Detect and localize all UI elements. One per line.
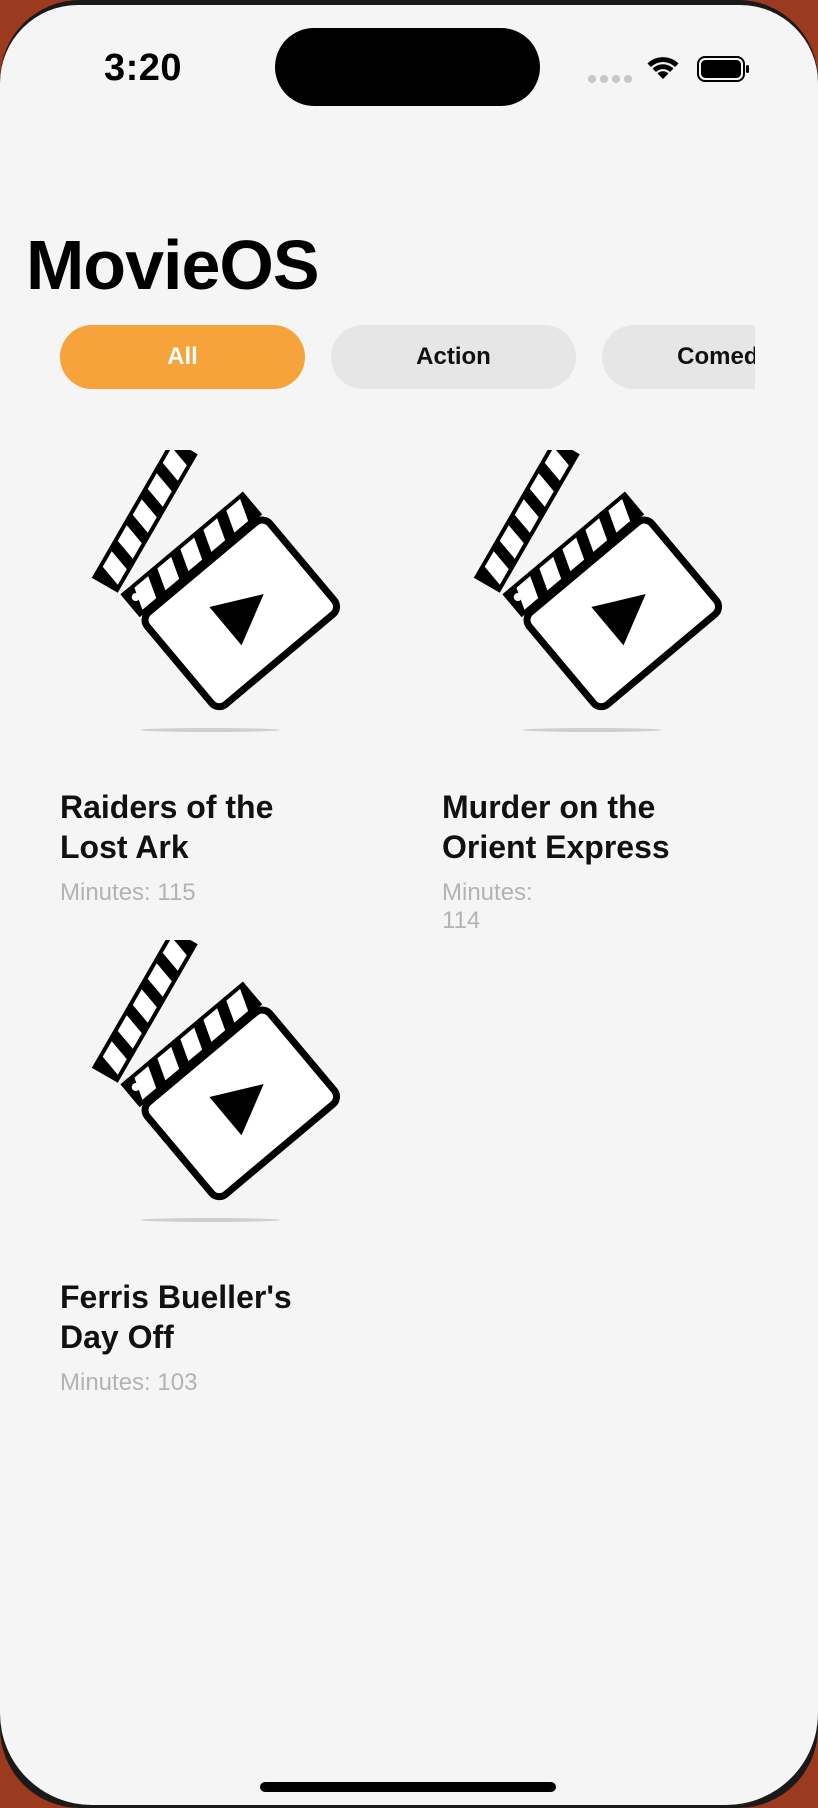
cellular-signal-icon (588, 75, 632, 83)
clapperboard-icon (91, 450, 341, 732)
movie-title-line: Murder on the (442, 789, 656, 825)
movie-minutes: Minutes: 115 (60, 879, 196, 906)
movie-title-line: Day Off (60, 1319, 174, 1355)
movie-title: Murder on the Orient Express (442, 787, 742, 867)
device-frame: 3:20 MovieOS All Action Comedy (0, 0, 818, 1808)
filter-chip-all[interactable]: All (60, 325, 305, 389)
genre-filter-bar[interactable]: All Action Comedy (0, 325, 755, 391)
filter-chip-comedy[interactable]: Comedy (602, 325, 755, 389)
movie-minutes: Minutes: 103 (60, 1369, 198, 1396)
home-indicator[interactable] (260, 1782, 556, 1792)
battery-icon (697, 56, 749, 82)
wifi-icon (647, 57, 679, 79)
movie-title-line: Orient Express (442, 829, 670, 865)
page-title: MovieOS (26, 226, 320, 304)
clapperboard-icon (91, 940, 341, 1222)
movie-minutes: Minutes: 114 (442, 879, 533, 934)
status-time: 3:20 (104, 47, 183, 89)
filter-chip-action[interactable]: Action (331, 325, 576, 389)
dynamic-island (275, 28, 540, 106)
movie-title-line: Lost Ark (60, 829, 189, 865)
app-screen: 3:20 MovieOS All Action Comedy (0, 5, 818, 1805)
clapperboard-icon (473, 450, 723, 732)
movie-title-line: Raiders of the (60, 789, 274, 825)
movie-title: Raiders of the Lost Ark (60, 787, 360, 867)
movie-title-line: Ferris Bueller's (60, 1279, 292, 1315)
movie-title: Ferris Bueller's Day Off (60, 1277, 360, 1357)
